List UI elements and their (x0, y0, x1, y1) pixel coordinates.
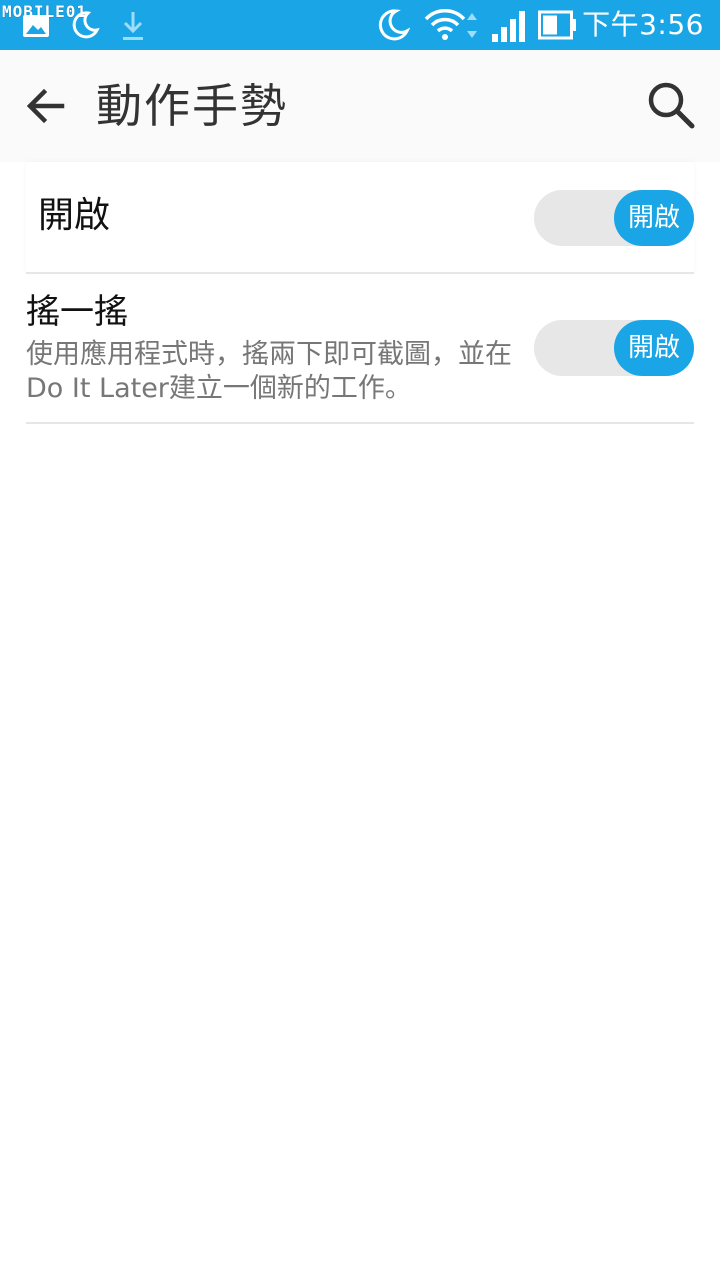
master-switch-row[interactable]: 開啟 開啟 (26, 162, 694, 272)
moon-icon (72, 11, 100, 39)
master-switch-label: 開啟 (38, 195, 111, 236)
search-icon[interactable] (646, 80, 696, 130)
setting-description: 使用應用程式時，搖兩下即可截圖，並在Do It Later建立一個新的工作。 (26, 339, 512, 404)
download-icon (123, 12, 143, 40)
status-bar: MOBILE01 下午3:56 (0, 0, 720, 50)
arrow-back-icon[interactable] (22, 82, 70, 130)
setting-row-shake[interactable]: 搖一搖 使用應用程式時，搖兩下即可截圖，並在Do It Later建立一個新的工… (26, 276, 694, 422)
shake-toggle-knob: 開啟 (614, 320, 694, 376)
divider (26, 422, 694, 424)
battery-icon (538, 10, 576, 40)
signal-icon (492, 11, 525, 42)
setting-title: 搖一搖 (26, 292, 128, 332)
shake-toggle[interactable]: 開啟 (534, 320, 694, 376)
master-toggle-knob: 開啟 (614, 190, 694, 246)
moon-icon (378, 9, 410, 41)
app-bar: 動作手勢 (0, 50, 720, 162)
master-toggle[interactable]: 開啟 (534, 190, 694, 246)
page-title: 動作手勢 (96, 79, 288, 133)
gallery-icon (23, 15, 49, 37)
divider (26, 272, 694, 274)
status-time: 下午3:56 (582, 8, 704, 41)
wifi-icon (424, 9, 477, 40)
